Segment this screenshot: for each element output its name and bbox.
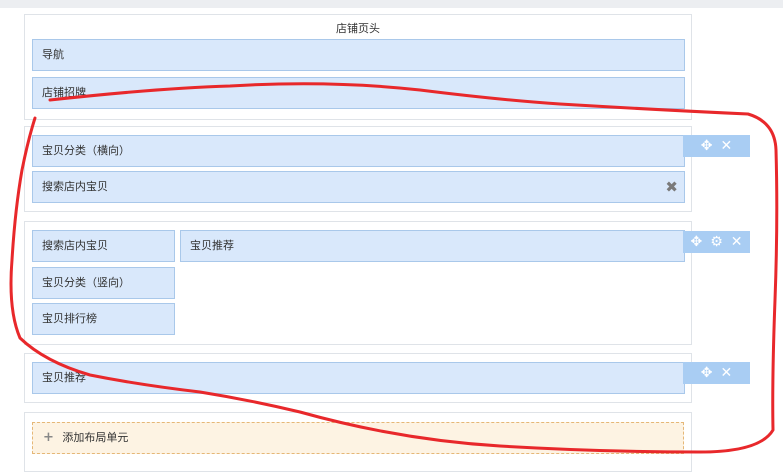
module-search-shop[interactable]: 搜索店内宝贝 ✖	[32, 171, 685, 203]
remove-icon[interactable]: ✖	[665, 172, 678, 202]
section-toolbar: ✥ ✕	[683, 362, 750, 384]
move-icon[interactable]: ✥	[690, 234, 702, 250]
plus-icon: +	[43, 430, 54, 445]
close-icon[interactable]: ✕	[731, 234, 743, 250]
move-icon[interactable]: ✥	[701, 138, 713, 154]
layout-section-2: 宝贝分类（横向） 搜索店内宝贝 ✖	[24, 126, 692, 212]
module-category-vertical[interactable]: 宝贝分类（竖向）	[32, 267, 175, 299]
close-icon[interactable]: ✕	[721, 365, 733, 381]
module-ranking[interactable]: 宝贝排行榜	[32, 303, 175, 335]
module-category-horizontal[interactable]: 宝贝分类（横向）	[32, 135, 685, 167]
move-icon[interactable]: ✥	[701, 365, 713, 381]
close-icon[interactable]: ✕	[721, 138, 733, 154]
gear-icon[interactable]: ⚙	[710, 234, 723, 250]
module-search-shop[interactable]: 搜索店内宝贝	[32, 230, 175, 262]
module-shop-sign[interactable]: 店铺招牌	[32, 77, 685, 109]
shop-header-section: 店铺页头 导航 店铺招牌	[24, 14, 692, 120]
module-recommend[interactable]: 宝贝推荐	[32, 362, 685, 394]
top-bar	[0, 0, 783, 8]
module-label: 搜索店内宝贝	[42, 180, 108, 193]
module-navigation[interactable]: 导航	[32, 39, 685, 71]
layout-section-3: 搜索店内宝贝 宝贝分类（竖向） 宝贝排行榜 宝贝推荐	[24, 221, 692, 345]
add-layout-unit-label: 添加布局单元	[62, 431, 129, 444]
section-title: 店铺页头	[336, 22, 380, 35]
section-toolbar: ✥ ✕	[683, 135, 750, 157]
module-recommend[interactable]: 宝贝推荐	[180, 230, 685, 262]
layout-section-4: 宝贝推荐	[24, 353, 692, 403]
add-layout-unit-button[interactable]: + 添加布局单元	[32, 422, 684, 454]
section-toolbar: ✥ ⚙ ✕	[683, 231, 750, 253]
